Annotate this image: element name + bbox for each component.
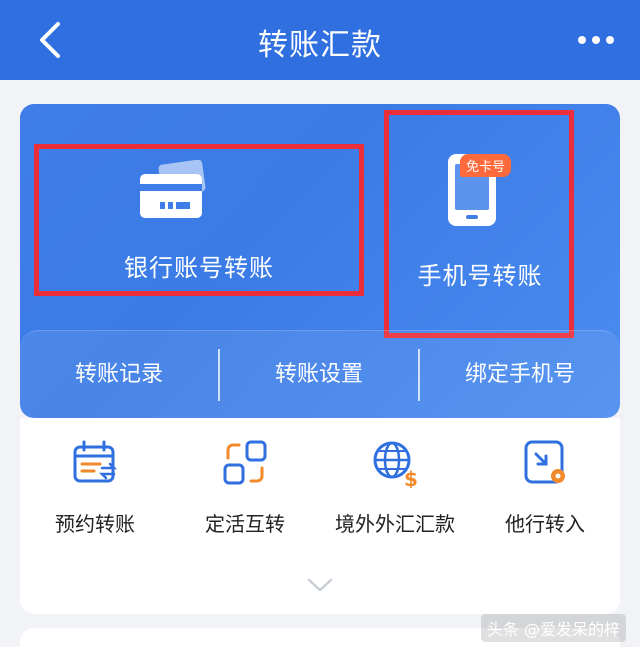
phone-transfer-label: 手机号转账: [417, 262, 543, 290]
overseas-remittance-label: 境外外汇汇款: [335, 512, 455, 536]
bank-transfer-label: 银行账号转账: [124, 254, 274, 282]
watermark: 头条 @爱发呆的梓: [480, 614, 626, 642]
inbound-transfer-label: 他行转入: [505, 512, 585, 536]
scheduled-transfer-label: 预约转账: [55, 512, 135, 536]
overseas-remittance-button[interactable]: $ 境外外汇汇款: [320, 438, 470, 548]
transfer-card: 银行账号转账 免卡号 手机号转账 转账记录 转账设置 绑定手机号: [20, 104, 620, 418]
more-dots-icon[interactable]: [574, 26, 618, 54]
svg-text:$: $: [404, 467, 418, 488]
bank-card-icon: [140, 160, 206, 218]
quick-actions-bar: 转账记录 转账设置 绑定手机号: [20, 330, 620, 418]
phone-transfer-button[interactable]: 免卡号 手机号转账: [386, 110, 574, 338]
demand-fixed-transfer-label: 定活互转: [205, 512, 285, 536]
calendar-transfer-icon: [73, 440, 118, 483]
demand-fixed-transfer-button[interactable]: 定活互转: [170, 438, 320, 548]
globe-dollar-icon: $: [373, 441, 418, 488]
page-title: 转账汇款: [258, 28, 382, 63]
bind-phone-button[interactable]: 绑定手机号: [420, 331, 620, 418]
transfer-records-button[interactable]: 转账记录: [20, 331, 218, 418]
function-panel: 预约转账 定活互转 $ 境外外汇汇款 他行转入: [20, 418, 620, 614]
bank-account-transfer-button[interactable]: 银行账号转账: [34, 144, 364, 296]
inbound-transfer-icon: [524, 440, 565, 484]
scheduled-transfer-button[interactable]: 预约转账: [20, 438, 170, 548]
swap-squares-icon: [223, 440, 267, 485]
chevron-down-icon[interactable]: [306, 576, 334, 594]
app-header: 转账汇款: [0, 0, 640, 80]
inbound-transfer-button[interactable]: 他行转入: [470, 438, 620, 548]
no-card-badge: 免卡号: [460, 154, 512, 177]
transfer-settings-button[interactable]: 转账设置: [220, 331, 418, 418]
